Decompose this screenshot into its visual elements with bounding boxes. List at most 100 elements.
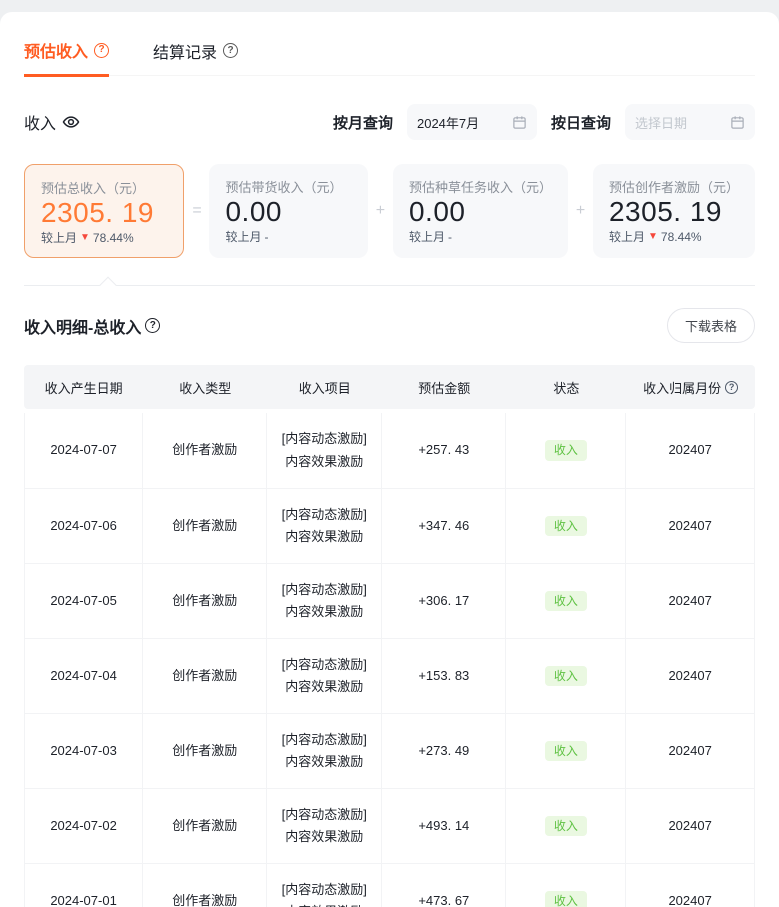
card-label: 预估种草任务收入（元）: [409, 177, 552, 196]
help-icon[interactable]: ?: [94, 43, 109, 58]
day-query-label: 按日查询: [551, 112, 611, 133]
cell-type: 创作者激励: [143, 639, 267, 713]
table-row[interactable]: 2024-07-07 创作者激励 [内容动态激励] 内容效果激励 +257. 4…: [24, 413, 755, 488]
compare-label: 较上月: [225, 228, 261, 245]
card-label: 预估带货收入（元）: [225, 177, 351, 196]
cell-project: [内容动态激励] 内容效果激励: [267, 639, 382, 713]
compare-value: 78.44%: [93, 231, 134, 245]
cell-amount: +493. 14: [382, 789, 506, 863]
detail-title-text: 收入明细-总收入: [24, 314, 141, 338]
cell-status: 收入: [506, 413, 626, 488]
main-panel: 预估收入 ? 结算记录 ? 收入 按月查询 2024年7月 按日查询: [0, 12, 779, 907]
cell-amount: +473. 67: [382, 864, 506, 907]
day-picker-input[interactable]: 选择日期: [625, 104, 755, 140]
day-picker-placeholder: 选择日期: [635, 113, 687, 132]
cell-month: 202407: [626, 789, 755, 863]
divider: [24, 285, 755, 286]
compare-label: 较上月: [609, 228, 645, 245]
summary-cards: 预估总收入（元） 2305. 19 较上月 ▼ 78.44% = 预估带货收入（…: [24, 164, 755, 258]
card-creator-incentive[interactable]: 预估创作者激励（元） 2305. 19 较上月 ▼ 78.44%: [593, 164, 755, 258]
cell-month: 202407: [626, 413, 755, 488]
table-row[interactable]: 2024-07-02 创作者激励 [内容动态激励] 内容效果激励 +493. 1…: [24, 788, 755, 863]
eye-icon[interactable]: [62, 113, 80, 131]
help-icon[interactable]: ?: [145, 318, 160, 333]
status-badge: 收入: [545, 516, 587, 536]
compare-value: 78.44%: [661, 230, 702, 244]
cell-project: [内容动态激励] 内容效果激励: [267, 489, 382, 563]
cell-project: [内容动态激励] 内容效果激励: [267, 864, 382, 907]
table-header-row: 收入产生日期 收入类型 收入项目 预估金额 状态 收入归属月份 ?: [24, 365, 755, 409]
income-section-label: 收入: [24, 110, 80, 134]
plus-operator: +: [368, 164, 393, 258]
card-goods-income[interactable]: 预估带货收入（元） 0.00 较上月 -: [209, 164, 367, 258]
calendar-icon: [730, 115, 745, 130]
cell-type: 创作者激励: [143, 864, 267, 907]
download-table-button[interactable]: 下载表格: [667, 308, 755, 343]
cell-type: 创作者激励: [143, 413, 267, 488]
compare-value: -: [265, 230, 269, 244]
table-row[interactable]: 2024-07-05 创作者激励 [内容动态激励] 内容效果激励 +306. 1…: [24, 563, 755, 638]
col-header-amount: 预估金额: [382, 378, 506, 397]
cell-date: 2024-07-07: [24, 413, 143, 488]
table-row[interactable]: 2024-07-01 创作者激励 [内容动态激励] 内容效果激励 +473. 6…: [24, 863, 755, 907]
card-value: 2305. 19: [41, 197, 167, 229]
card-label: 预估创作者激励（元）: [609, 177, 739, 196]
tabbar: 预估收入 ? 结算记录 ?: [24, 12, 755, 76]
cell-status: 收入: [506, 714, 626, 788]
card-value: 2305. 19: [609, 196, 739, 228]
table-row[interactable]: 2024-07-04 创作者激励 [内容动态激励] 内容效果激励 +153. 8…: [24, 638, 755, 713]
col-header-type: 收入类型: [143, 378, 267, 397]
col-header-status: 状态: [506, 378, 626, 397]
cell-type: 创作者激励: [143, 789, 267, 863]
tab-estimated-income[interactable]: 预估收入 ?: [24, 38, 109, 77]
down-arrow-icon: ▼: [80, 232, 90, 243]
card-value: 0.00: [225, 196, 351, 228]
card-label: 预估总收入（元）: [41, 178, 167, 197]
cell-status: 收入: [506, 789, 626, 863]
status-badge: 收入: [545, 741, 587, 761]
compare-label: 较上月: [409, 228, 445, 245]
notch-pointer-icon: [100, 277, 117, 294]
tab-settlement-records[interactable]: 结算记录 ?: [153, 38, 238, 75]
card-total-income[interactable]: 预估总收入（元） 2305. 19 较上月 ▼ 78.44%: [24, 164, 184, 258]
cell-status: 收入: [506, 564, 626, 638]
month-picker-input[interactable]: 2024年7月: [407, 104, 537, 140]
income-detail-table: 收入产生日期 收入类型 收入项目 预估金额 状态 收入归属月份 ? 2024-0…: [24, 365, 755, 907]
cell-type: 创作者激励: [143, 489, 267, 563]
cell-date: 2024-07-04: [24, 639, 143, 713]
tab-settlement-records-label: 结算记录: [153, 39, 217, 63]
status-badge: 收入: [545, 816, 587, 836]
card-value: 0.00: [409, 196, 552, 228]
cell-date: 2024-07-01: [24, 864, 143, 907]
col-header-project: 收入项目: [267, 378, 382, 397]
cell-date: 2024-07-05: [24, 564, 143, 638]
card-compare: 较上月 ▼ 78.44%: [41, 229, 167, 246]
cell-type: 创作者激励: [143, 564, 267, 638]
help-icon[interactable]: ?: [725, 381, 738, 394]
calendar-icon: [512, 115, 527, 130]
cell-amount: +347. 46: [382, 489, 506, 563]
cell-date: 2024-07-06: [24, 489, 143, 563]
cell-amount: +257. 43: [382, 413, 506, 488]
filters-row: 收入 按月查询 2024年7月 按日查询 选择日期: [24, 104, 755, 140]
cell-month: 202407: [626, 489, 755, 563]
tab-estimated-income-label: 预估收入: [24, 38, 88, 62]
cell-amount: +306. 17: [382, 564, 506, 638]
status-badge: 收入: [545, 440, 587, 460]
cell-amount: +273. 49: [382, 714, 506, 788]
cell-date: 2024-07-03: [24, 714, 143, 788]
cell-month: 202407: [626, 639, 755, 713]
compare-value: -: [448, 230, 452, 244]
month-query-label: 按月查询: [333, 112, 393, 133]
help-icon[interactable]: ?: [223, 43, 238, 58]
card-compare: 较上月 -: [225, 228, 351, 245]
table-row[interactable]: 2024-07-03 创作者激励 [内容动态激励] 内容效果激励 +273. 4…: [24, 713, 755, 788]
table-row[interactable]: 2024-07-06 创作者激励 [内容动态激励] 内容效果激励 +347. 4…: [24, 488, 755, 563]
cell-status: 收入: [506, 639, 626, 713]
detail-section-header: 收入明细-总收入 ? 下载表格: [24, 308, 755, 343]
plus-operator: +: [568, 164, 593, 258]
detail-title: 收入明细-总收入 ?: [24, 314, 160, 338]
card-seeding-task-income[interactable]: 预估种草任务收入（元） 0.00 较上月 -: [393, 164, 568, 258]
card-compare: 较上月 -: [409, 228, 552, 245]
cell-month: 202407: [626, 564, 755, 638]
